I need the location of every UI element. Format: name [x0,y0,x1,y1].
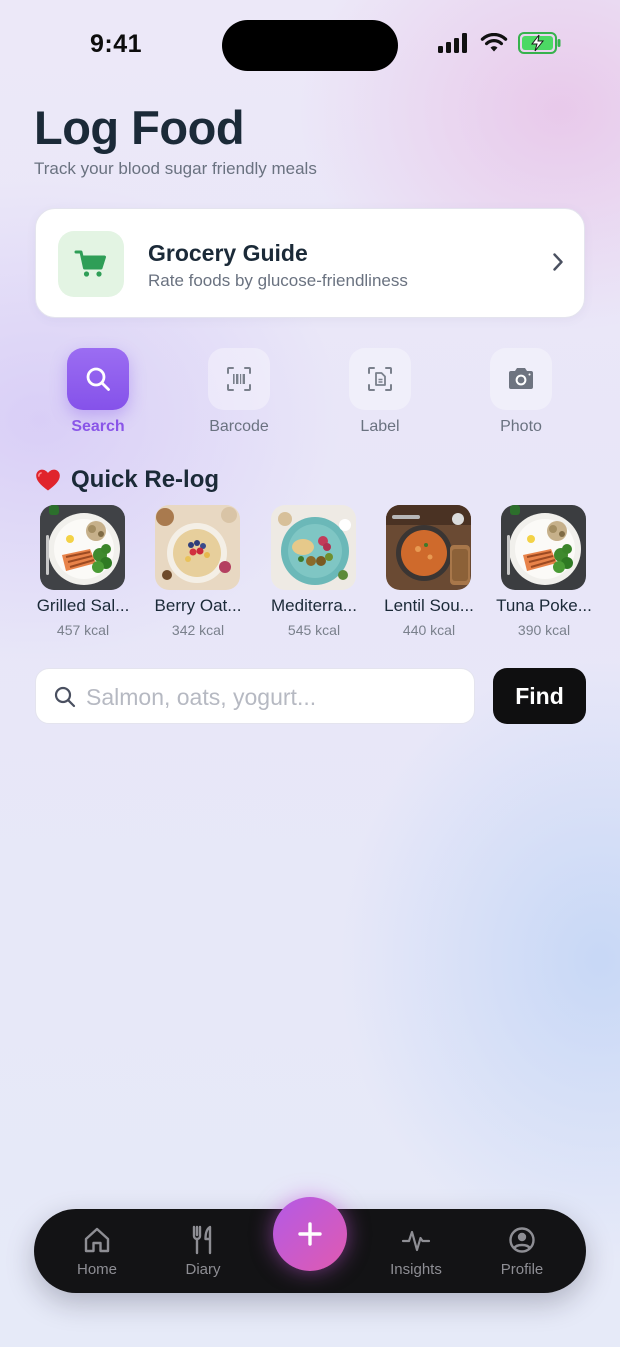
meal-thumbnail [271,505,356,590]
mode-tab-barcode[interactable]: Barcode [189,348,289,440]
heart-icon [36,469,60,491]
lentil-soup-image [386,505,471,590]
mode-label: Photo [500,418,542,435]
cart-icon [74,250,106,277]
add-food-button[interactable] [273,1197,347,1271]
plus-icon [298,1222,322,1246]
barcode-icon [227,367,251,391]
nav-label: Diary [185,1261,221,1278]
mode-tile [208,348,270,410]
quick-relog-heading: Quick Re-log [35,466,219,494]
pulse-icon [401,1225,431,1255]
meal-thumbnail [501,505,586,590]
camera-icon [509,368,533,389]
salmon-plate-image [40,505,125,590]
signal-icon [438,33,467,53]
grocery-icon-tile [58,231,124,297]
grocery-guide-title: Grocery Guide [148,240,308,266]
meal-thumbnail [386,505,471,590]
nav-item-diary[interactable]: Diary [153,1209,253,1293]
meal-kcal: 545 kcal [287,622,341,638]
fork-knife-icon [188,1225,218,1255]
status-bar: 9:41 [0,0,620,90]
chevron-right-icon [553,253,563,271]
tuna-poke-image [501,505,586,590]
nav-label: Home [76,1261,117,1278]
meal-kcal: 457 kcal [56,622,110,638]
dynamic-island [222,20,398,71]
grocery-guide-subtitle: Rate foods by glucose-friendliness [148,271,408,290]
label-scan-icon [368,367,392,391]
mode-label: Barcode [209,418,269,435]
meal-thumbnail [155,505,240,590]
oatmeal-bowl-image [155,505,240,590]
meal-name: Tuna Poke... [496,596,592,615]
mode-tile [349,348,411,410]
meal-name: Lentil Sou... [384,596,474,615]
meal-name: Mediterra... [271,596,357,615]
search-field[interactable] [35,668,475,724]
mode-label: Label [360,418,400,435]
meal-name: Berry Oat... [154,596,242,615]
user-circle-icon [507,1225,537,1255]
mode-label: Search [71,418,125,435]
search-icon [54,686,76,708]
nav-label: Profile [500,1261,544,1278]
nav-item-profile[interactable]: Profile [472,1209,572,1293]
search-input[interactable] [86,677,466,717]
status-icons [438,32,562,54]
mode-tile [490,348,552,410]
meal-name: Grilled Sal... [36,596,130,615]
meal-kcal: 440 kcal [402,622,456,638]
nav-item-insights[interactable]: Insights [366,1209,466,1293]
page-subtitle: Track your blood sugar friendly meals [34,159,317,178]
meal-thumbnail [40,505,125,590]
find-button[interactable]: Find [493,668,586,724]
meal-kcal: 342 kcal [171,622,225,638]
mode-tile [67,348,129,410]
grocery-guide-card[interactable]: Grocery Guide Rate foods by glucose-frie… [35,208,585,318]
battery-charging-icon [518,32,561,54]
mode-tab-label[interactable]: Label [330,348,430,440]
mode-tab-search[interactable]: Search [48,348,148,440]
mediterranean-plate-image [271,505,356,590]
search-icon [86,367,110,391]
quick-relog-title: Quick Re-log [71,466,220,493]
home-icon [82,1225,112,1255]
nav-item-home[interactable]: Home [47,1209,147,1293]
status-time: 9:41 [90,30,143,58]
nav-label: Insights [390,1261,442,1278]
page-title: Log Food [34,101,245,154]
wifi-icon [480,33,508,52]
meal-kcal: 390 kcal [517,622,571,638]
mode-tab-photo[interactable]: Photo [471,348,571,440]
